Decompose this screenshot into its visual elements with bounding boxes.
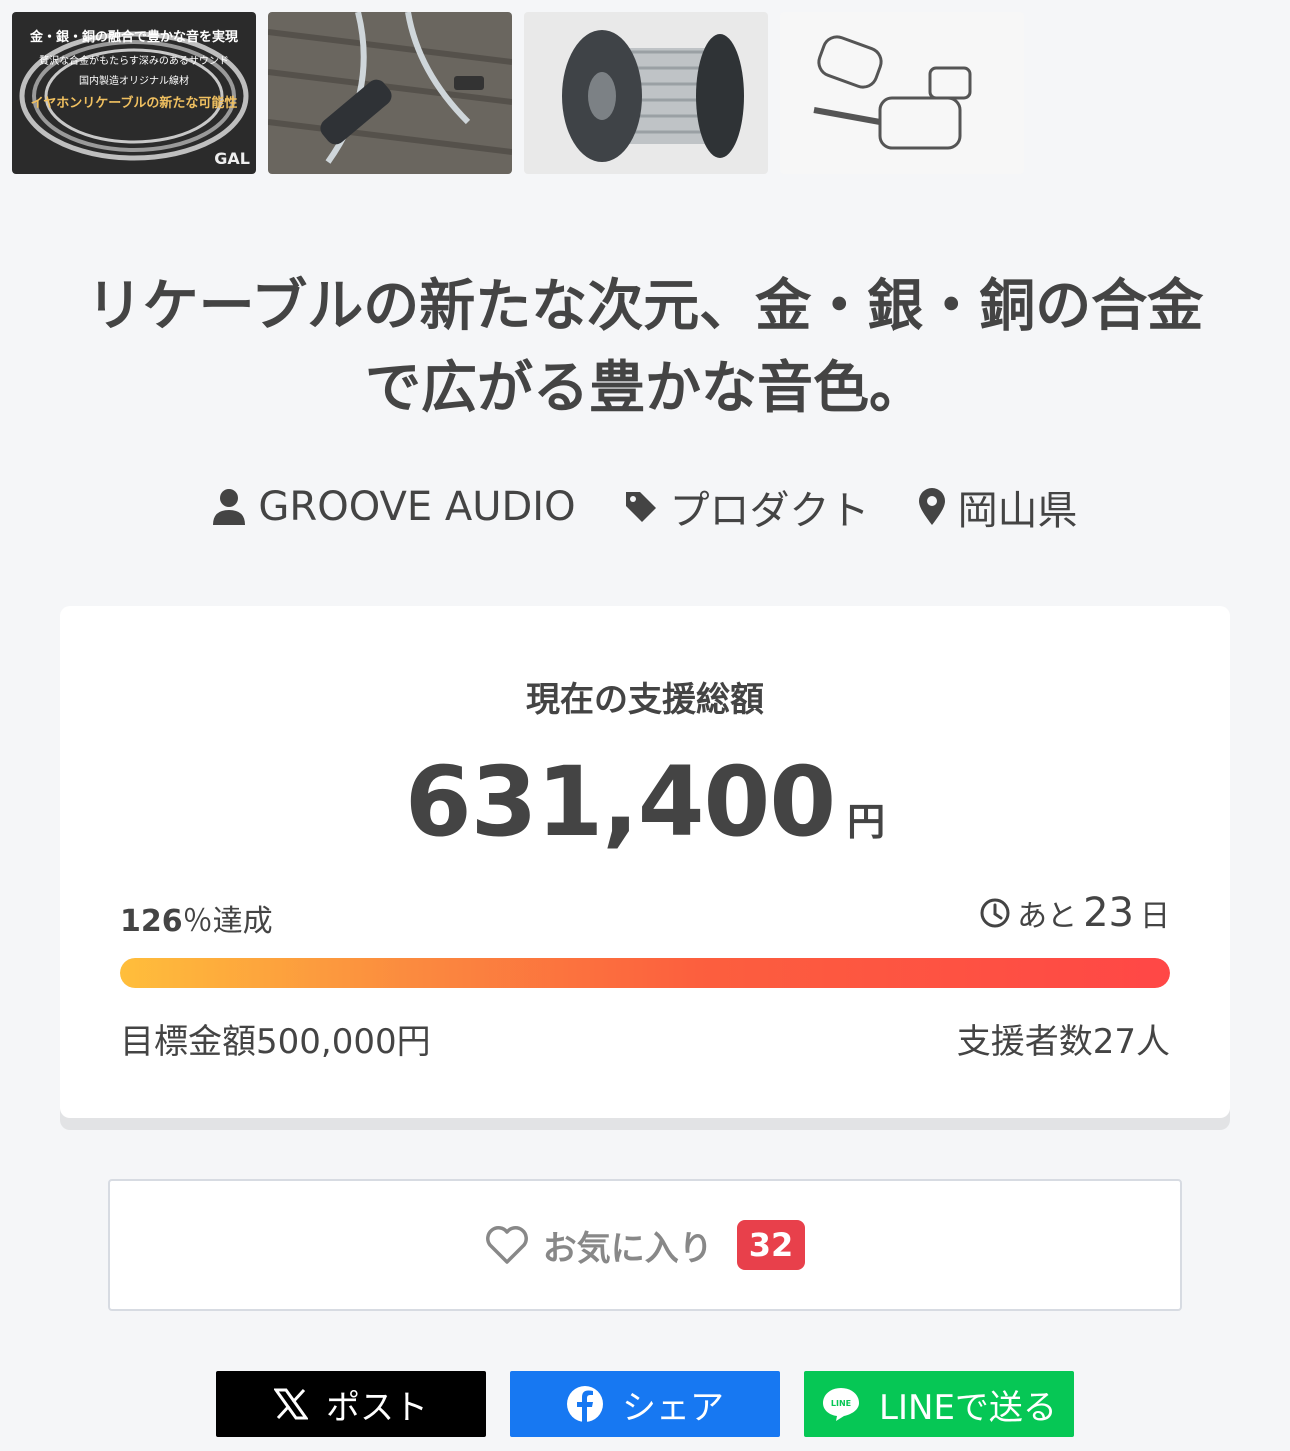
funding-amount-row: 631,400 円 <box>60 746 1230 858</box>
share-line-button[interactable]: LINE LINEで送る <box>804 1371 1074 1437</box>
category-name: プロダクト <box>669 488 870 534</box>
share-facebook-label: シェア <box>622 1387 724 1428</box>
share-facebook-button[interactable]: シェア <box>510 1371 780 1437</box>
owner-name: GROOVE AUDIO <box>258 484 576 530</box>
achievement-rate-suffix: ％達成 <box>182 904 273 939</box>
heart-icon <box>485 1226 528 1264</box>
thumbnail-wire-spool[interactable] <box>524 12 768 174</box>
line-logo-icon: LINE <box>823 1388 860 1421</box>
funding-heading: 現在の支援総額 <box>526 680 764 720</box>
thumbnail-cable-on-wood[interactable] <box>268 12 512 174</box>
promo-line-2: 贅沢な合金がもたらす深みのあるサウンド <box>39 56 229 67</box>
goal-amount: 目標金額500,000円 <box>120 1022 431 1062</box>
cable-on-wood-image <box>268 12 512 174</box>
progress-bar-fill <box>120 958 1170 988</box>
funding-amount: 631,400 <box>404 746 836 858</box>
location-link[interactable]: 岡山県 <box>918 478 1078 536</box>
remaining-days: 23 <box>1083 890 1134 936</box>
remaining-suffix: 日 <box>1140 899 1170 934</box>
project-title: リケーブルの新たな次元、金・銀・銅の合金で広がる豊かな音色。 <box>86 274 1204 421</box>
promo-line-3: 国内製造オリジナル線材 <box>79 76 189 87</box>
remaining-time: あと 23 日 <box>979 890 1170 936</box>
favorite-count-badge: 32 <box>736 1220 806 1270</box>
share-line-label: LINEで送る <box>879 1387 1057 1428</box>
thumbnail-plug-drawing[interactable] <box>780 12 1024 174</box>
plug-drawing-image <box>780 12 1024 174</box>
facebook-logo-icon <box>567 1386 603 1422</box>
user-icon <box>213 489 246 525</box>
clock-icon <box>980 898 1010 928</box>
funding-card: 現在の支援総額 631,400 円 126％達成 あと 23 日 目標金額500,00… <box>60 606 1230 1118</box>
thumbnail-strip: 金・銀・銅の融合で豊かな音を実現 贅沢な合金がもたらす深みのあるサウンド 国内製… <box>12 12 1024 174</box>
remaining-prefix: あと <box>1017 899 1078 934</box>
promo-line-1: 金・銀・銅の融合で豊かな音を実現 <box>29 30 238 45</box>
promo-line-4: イヤホンリケーブルの新たな可能性 <box>30 96 238 111</box>
favorite-button[interactable]: お気に入り 32 <box>108 1179 1182 1311</box>
wire-spool-image <box>524 12 768 174</box>
category-link[interactable]: プロダクト <box>624 478 870 536</box>
groove-audio-logo: GAL <box>214 149 250 168</box>
location-pin-icon <box>918 488 945 525</box>
x-logo-icon <box>274 1388 308 1420</box>
project-meta: GROOVE AUDIO プロダクト 岡山県 <box>0 478 1290 536</box>
achievement-rate: 126％達成 <box>120 896 273 940</box>
location-name: 岡山県 <box>957 488 1078 534</box>
tag-icon <box>625 492 656 522</box>
funding-unit: 円 <box>847 800 886 844</box>
share-x-label: ポスト <box>326 1387 428 1428</box>
owner-link[interactable]: GROOVE AUDIO <box>212 478 576 536</box>
line-logo-text: LINE <box>831 1399 851 1408</box>
achievement-rate-number: 126 <box>120 904 183 939</box>
thumbnail-cable-promo[interactable]: 金・銀・銅の融合で豊かな音を実現 贅沢な合金がもたらす深みのあるサウンド 国内製… <box>12 12 256 174</box>
favorite-label: お気に入り <box>542 1228 713 1269</box>
progress-bar <box>120 958 1170 988</box>
share-x-button[interactable]: ポスト <box>216 1371 486 1437</box>
backer-count: 支援者数27人 <box>956 1022 1170 1062</box>
